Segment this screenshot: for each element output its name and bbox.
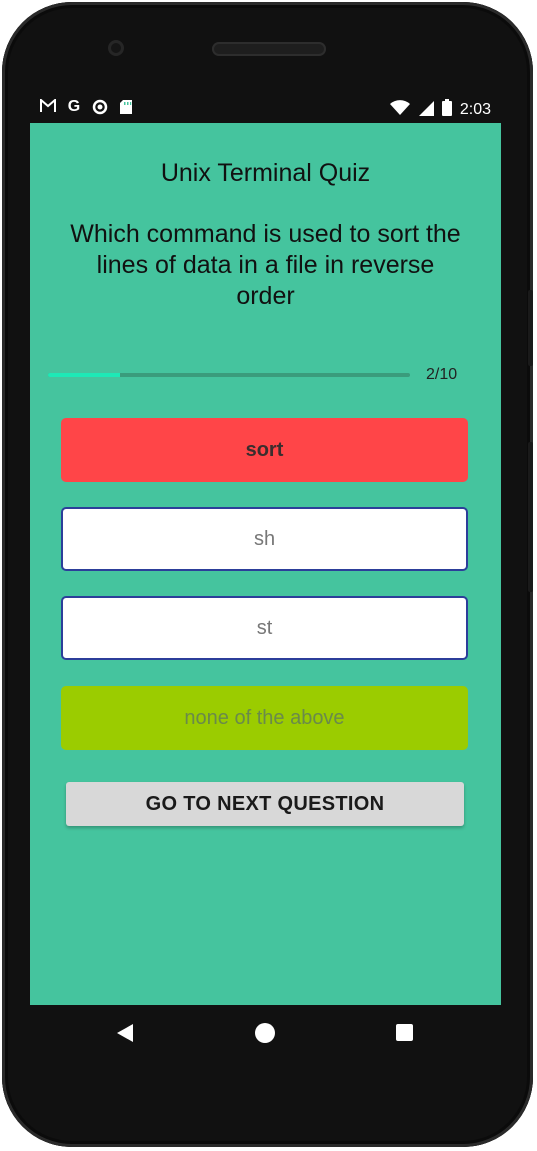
google-icon: G [67, 98, 81, 115]
navigation-bar [30, 1005, 501, 1061]
sd-card-icon [118, 99, 134, 115]
status-left-icons: G [40, 97, 134, 115]
next-question-button[interactable]: GO TO NEXT QUESTION [66, 782, 464, 826]
status-right-icons: 2:03 [389, 99, 491, 120]
home-icon[interactable] [255, 1023, 275, 1043]
answer-option-3[interactable]: st [61, 596, 468, 660]
circle-app-icon [92, 99, 108, 115]
earpiece-speaker [212, 42, 326, 56]
power-button [528, 290, 533, 366]
battery-icon [441, 99, 452, 120]
answer-option-4[interactable]: none of the above [61, 686, 468, 750]
recents-icon[interactable] [396, 1024, 413, 1041]
answer-option-2[interactable]: sh [61, 507, 468, 571]
cell-signal-icon [418, 100, 434, 120]
question-text: Which command is used to sort the lines … [70, 220, 461, 310]
wifi-icon [389, 99, 410, 120]
gmail-icon [40, 97, 56, 115]
progress-fill [48, 373, 121, 377]
quiz-screen: Unix Terminal Quiz Which command is used… [30, 123, 501, 1005]
app-title: Unix Terminal Quiz [160, 159, 371, 187]
front-camera [108, 40, 124, 56]
progress-bar [48, 373, 410, 377]
answer-option-1[interactable]: sort [61, 418, 468, 482]
status-bar: G 2:03 [30, 93, 501, 123]
clock: 2:03 [459, 100, 491, 118]
back-icon[interactable] [117, 1024, 133, 1042]
progress-count: 2/10 [426, 366, 458, 383]
volume-button [528, 442, 533, 592]
